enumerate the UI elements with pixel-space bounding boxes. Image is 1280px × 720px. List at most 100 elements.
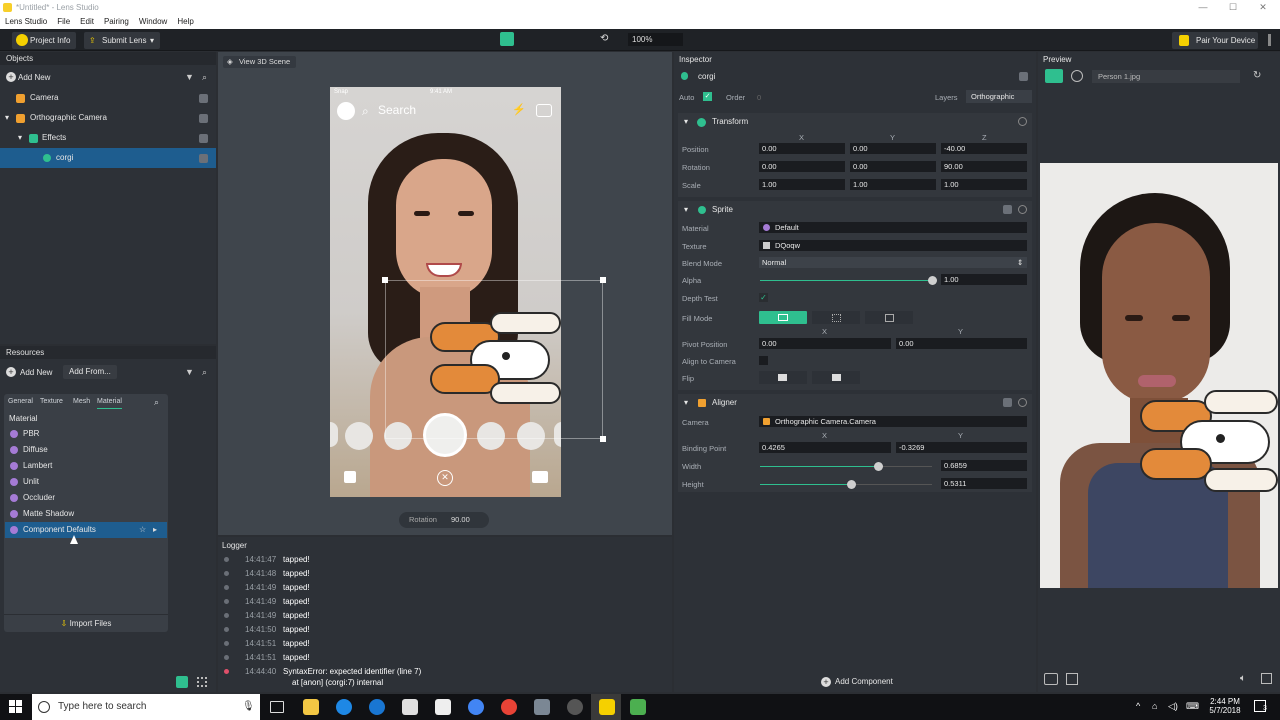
resize-handle[interactable] xyxy=(600,436,606,442)
more-icon[interactable] xyxy=(1268,34,1271,46)
rotation-z-input[interactable]: 90.00 xyxy=(941,161,1027,172)
keyboard-icon[interactable]: ⌨ xyxy=(1186,701,1199,712)
fill-mode-stretch-button[interactable] xyxy=(865,311,913,324)
tree-item-camera[interactable]: Camera xyxy=(0,88,216,108)
chevron-down-icon[interactable]: ▾ xyxy=(150,32,154,49)
pivot-x-input[interactable]: 0.00 xyxy=(759,338,891,349)
alpha-slider-knob[interactable] xyxy=(928,276,937,285)
filter-icon[interactable]: ▼ xyxy=(185,72,194,82)
zoom-input[interactable]: 100% xyxy=(628,33,683,46)
scale-y-input[interactable]: 1.00 xyxy=(850,179,936,190)
alpha-input[interactable]: 1.00 xyxy=(941,274,1027,285)
panel-layout-icon[interactable] xyxy=(1066,673,1078,685)
flash-icon[interactable]: ⚡ xyxy=(512,103,526,116)
resize-handle[interactable] xyxy=(600,277,606,283)
add-from-button[interactable]: Add From... xyxy=(63,365,117,379)
width-slider-knob[interactable] xyxy=(874,462,883,471)
collapse-arrow-icon[interactable]: ▾ xyxy=(684,395,688,411)
list-view-icon[interactable] xyxy=(176,676,188,688)
selection-bounds[interactable] xyxy=(385,280,603,439)
rotation-y-input[interactable]: 0.00 xyxy=(850,161,936,172)
binding-x-input[interactable]: 0.4265 xyxy=(759,442,891,453)
transform-header[interactable]: ▾ Transform xyxy=(684,114,1027,130)
volume-tray-icon[interactable]: ◁) xyxy=(1168,701,1178,712)
star-icon[interactable]: ☆ xyxy=(139,522,146,538)
taskbar-clock[interactable]: 2:44 PM 5/7/2018 xyxy=(1202,697,1248,715)
fill-mode-fill-button[interactable] xyxy=(812,311,860,324)
app-icon[interactable] xyxy=(567,699,583,715)
webcam-icon[interactable] xyxy=(1071,70,1083,82)
submit-lens-button[interactable]: ⇪ Submit Lens ▾ xyxy=(84,32,160,49)
maximize-icon[interactable]: ☐ xyxy=(1216,0,1250,15)
reset-icon[interactable]: ⟲ xyxy=(600,33,608,44)
visibility-toggle[interactable] xyxy=(199,94,208,103)
gear-icon[interactable] xyxy=(1018,117,1027,126)
preview-image-mode-icon[interactable] xyxy=(1045,69,1063,83)
position-x-input[interactable]: 0.00 xyxy=(759,143,845,154)
network-icon[interactable]: ⌂ xyxy=(1152,701,1157,711)
preview-image-dropdown[interactable]: Person 1.jpg xyxy=(1092,70,1240,83)
app-icon[interactable] xyxy=(534,699,550,715)
menu-file[interactable]: File xyxy=(52,15,75,29)
store-icon[interactable] xyxy=(402,699,418,715)
volume-icon[interactable]: 🔈︎ xyxy=(1240,673,1246,684)
enabled-toggle[interactable] xyxy=(1003,398,1012,407)
order-value[interactable]: 0 xyxy=(757,93,761,102)
objects-add-new-button[interactable]: + Add New xyxy=(6,71,50,84)
preview-toggle-icon[interactable] xyxy=(500,32,514,46)
aligner-camera-field[interactable]: Orthographic Camera.Camera xyxy=(759,416,1027,427)
material-item-diffuse[interactable]: Diffuse xyxy=(5,442,167,458)
chrome-icon[interactable] xyxy=(501,699,517,715)
resources-add-new-button[interactable]: + Add New xyxy=(6,366,52,379)
close-window-icon[interactable]: ✕ xyxy=(1246,0,1280,15)
rotation-x-input[interactable]: 0.00 xyxy=(759,161,845,172)
chevron-right-icon[interactable]: ▸ xyxy=(153,522,157,538)
align-to-camera-checkbox[interactable] xyxy=(759,356,768,365)
file-explorer-icon[interactable] xyxy=(303,699,319,715)
stories-icon[interactable] xyxy=(532,471,548,483)
bitmoji-avatar[interactable] xyxy=(337,102,355,120)
visibility-toggle[interactable] xyxy=(199,154,208,163)
menu-lens-studio[interactable]: Lens Studio xyxy=(0,15,52,29)
edge-icon[interactable] xyxy=(369,699,385,715)
memories-icon[interactable] xyxy=(344,471,356,483)
task-view-icon[interactable] xyxy=(270,701,284,713)
filter-icon[interactable]: ▼ xyxy=(185,367,194,377)
texture-field[interactable]: DQoqw xyxy=(759,240,1027,251)
height-slider-knob[interactable] xyxy=(847,480,856,489)
refresh-icon[interactable]: ↻ xyxy=(1253,70,1261,81)
material-item-lambert[interactable]: Lambert xyxy=(5,458,167,474)
search-icon[interactable]: ⌕ xyxy=(154,396,159,408)
flip-camera-icon[interactable] xyxy=(536,104,552,117)
flip-vertical-button[interactable] xyxy=(812,371,860,384)
material-item-unlit[interactable]: Unlit xyxy=(5,474,167,490)
depth-test-checkbox[interactable]: ✓ xyxy=(759,293,768,302)
add-component-button[interactable]: + Add Component xyxy=(821,676,893,688)
expand-arrow-icon[interactable]: ▾ xyxy=(18,128,22,148)
import-files-button[interactable]: ⇩ Import Files xyxy=(4,614,168,632)
close-lens-icon[interactable]: ✕ xyxy=(437,470,453,486)
flip-horizontal-button[interactable] xyxy=(759,371,807,384)
visibility-toggle[interactable] xyxy=(199,134,208,143)
windows-start-icon[interactable] xyxy=(9,700,23,714)
material-item-component-defaults[interactable]: Component Defaults ☆ ▸ xyxy=(5,522,167,538)
menu-edit[interactable]: Edit xyxy=(75,15,99,29)
enabled-toggle[interactable] xyxy=(1003,205,1012,214)
binding-y-input[interactable]: -0.3269 xyxy=(896,442,1027,453)
material-item-occluder[interactable]: Occluder xyxy=(5,490,167,506)
tree-item-corgi[interactable]: corgi xyxy=(0,148,216,168)
collapse-arrow-icon[interactable]: ▾ xyxy=(684,114,688,130)
position-z-input[interactable]: -40.00 xyxy=(941,143,1027,154)
tab-general[interactable]: General xyxy=(8,396,33,408)
mail-icon[interactable] xyxy=(435,699,451,715)
lens-studio-taskbar-icon[interactable] xyxy=(599,699,615,715)
screenshot-icon[interactable] xyxy=(1044,673,1058,685)
tab-mesh[interactable]: Mesh xyxy=(73,396,90,408)
app-icon[interactable] xyxy=(630,699,646,715)
lens-carousel-item[interactable] xyxy=(345,422,373,450)
google-icon[interactable] xyxy=(468,699,484,715)
width-input[interactable]: 0.6859 xyxy=(941,460,1027,471)
pivot-y-input[interactable]: 0.00 xyxy=(896,338,1027,349)
search-icon[interactable]: ⌕ xyxy=(202,367,207,378)
material-item-pbr[interactable]: PBR xyxy=(5,426,167,442)
